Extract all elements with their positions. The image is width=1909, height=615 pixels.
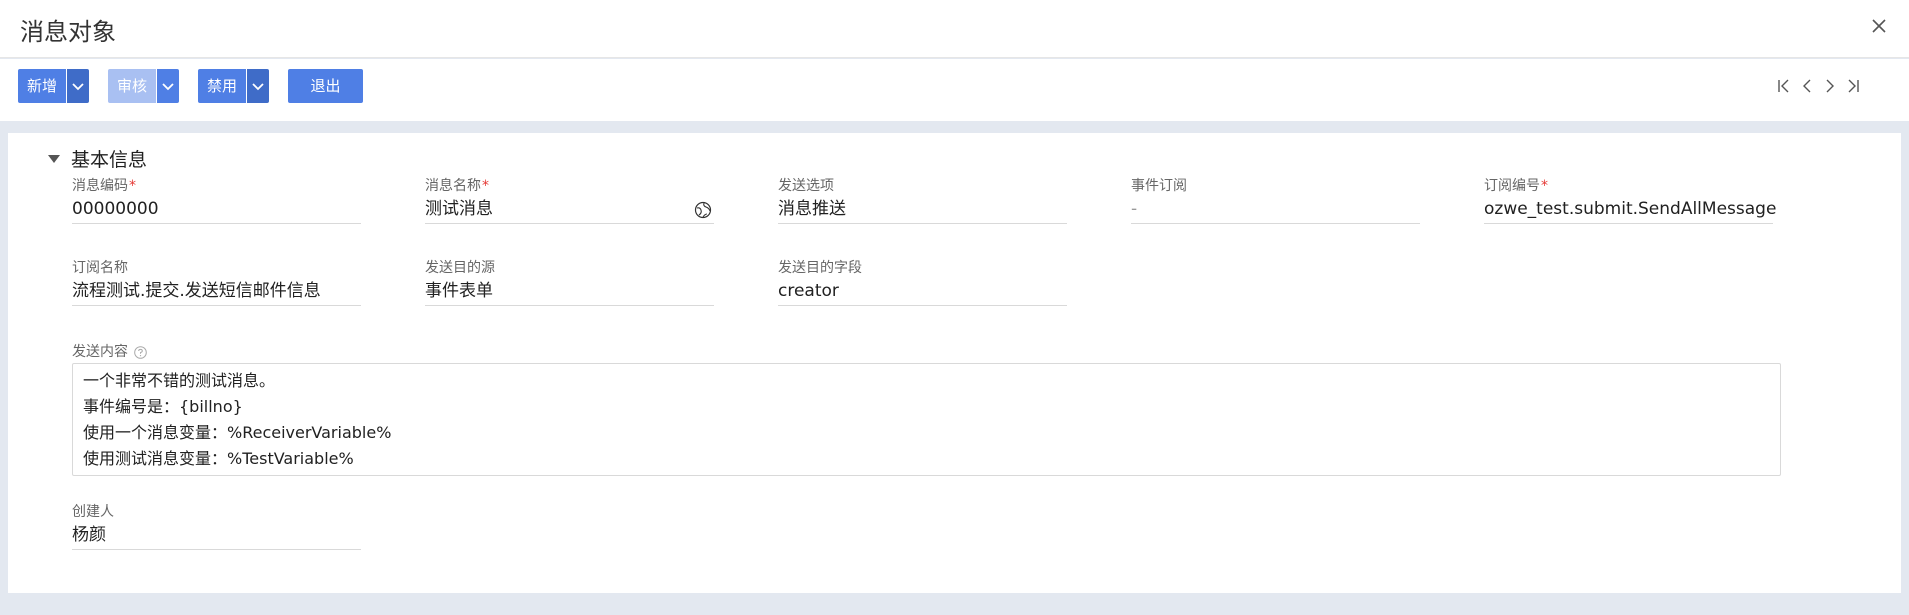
field-event-subscription: 事件订阅 - <box>1131 177 1420 224</box>
field-subscription-code: 订阅编号* ozwe_test.submit.SendAllMessage <box>1484 177 1776 224</box>
send-content-textarea[interactable]: 一个非常不错的测试消息。 事件编号是：{billno} 使用一个消息变量：%Re… <box>72 363 1781 476</box>
title-bar: 消息对象 <box>0 0 1909 58</box>
record-pager <box>1776 78 1861 94</box>
prev-icon[interactable] <box>1799 78 1815 94</box>
subscription-code-input[interactable]: ozwe_test.submit.SendAllMessage <box>1484 195 1776 224</box>
subscription-name-input[interactable]: 流程测试.提交.发送短信邮件信息 <box>72 277 361 306</box>
last-page-icon[interactable] <box>1845 78 1861 94</box>
field-subscription-name: 订阅名称 流程测试.提交.发送短信邮件信息 <box>72 259 361 306</box>
disable-button-group: 禁用 <box>198 69 270 103</box>
field-target-field: 发送目的字段 creator <box>778 259 1067 306</box>
field-label: 发送目的源 <box>425 260 495 276</box>
section-title: 基本信息 <box>71 149 148 171</box>
required-mark: * <box>129 178 136 194</box>
field-label: 发送内容 <box>72 344 128 360</box>
target-source-input[interactable]: 事件表单 <box>425 277 714 306</box>
disable-button[interactable]: 禁用 <box>198 69 247 103</box>
content-line: 使用一个消息变量：%ReceiverVariable% <box>83 423 392 442</box>
window-title: 消息对象 <box>20 18 116 46</box>
field-label: 发送目的字段 <box>778 260 862 276</box>
field-label: 消息名称 <box>425 178 481 194</box>
msg-name-input[interactable]: 测试消息 <box>425 195 714 224</box>
target-field-input[interactable]: creator <box>778 277 1067 306</box>
field-target-source: 发送目的源 事件表单 <box>425 259 714 306</box>
field-label: 订阅名称 <box>72 260 128 276</box>
disable-dropdown-button[interactable] <box>247 69 270 103</box>
form-panel: 基本信息 消息编码* 00000000 消息名称* 测试消息 发送选项 消息推送… <box>8 133 1901 593</box>
chevron-down-icon <box>72 83 84 91</box>
triangle-down-icon[interactable] <box>48 154 60 164</box>
add-button[interactable]: 新增 <box>18 69 67 103</box>
close-icon[interactable] <box>1867 14 1891 38</box>
content-line: 事件编号是：{billno} <box>83 397 243 416</box>
section-header-basic-info[interactable]: 基本信息 <box>48 145 147 172</box>
audit-dropdown-button[interactable] <box>157 69 180 103</box>
content-line: 一个非常不错的测试消息。 <box>83 371 276 390</box>
creator-input[interactable]: 杨颜 <box>72 521 361 550</box>
msg-code-input[interactable]: 00000000 <box>72 195 361 224</box>
exit-button[interactable]: 退出 <box>288 69 363 103</box>
field-label: 创建人 <box>72 504 114 520</box>
field-send-content: 发送内容 一个非常不错的测试消息。 事件编号是：{billno} 使用一个消息变… <box>72 343 1781 476</box>
globe-icon[interactable] <box>694 201 712 219</box>
chevron-down-icon <box>252 83 264 91</box>
audit-button[interactable]: 审核 <box>108 69 157 103</box>
audit-button-group: 审核 <box>108 69 180 103</box>
field-send-option: 发送选项 消息推送 <box>778 177 1067 224</box>
field-label: 消息编码 <box>72 178 128 194</box>
msg-name-value: 测试消息 <box>425 199 493 219</box>
event-subscription-input[interactable]: - <box>1131 195 1420 224</box>
field-msg-name: 消息名称* 测试消息 <box>425 177 714 224</box>
field-msg-code: 消息编码* 00000000 <box>72 177 361 224</box>
field-label: 订阅编号 <box>1484 178 1540 194</box>
next-icon[interactable] <box>1822 78 1838 94</box>
add-button-group: 新增 <box>18 69 90 103</box>
first-page-icon[interactable] <box>1776 78 1792 94</box>
required-mark: * <box>1541 178 1548 194</box>
help-icon[interactable] <box>134 345 147 359</box>
field-label: 事件订阅 <box>1131 178 1187 194</box>
required-mark: * <box>482 178 489 194</box>
send-option-input[interactable]: 消息推送 <box>778 195 1067 224</box>
content-line: 使用测试消息变量：%TestVariable% <box>83 449 354 468</box>
chevron-down-icon <box>162 83 174 91</box>
field-creator: 创建人 杨颜 <box>72 503 361 550</box>
toolbar: 新增 审核 禁用 退出 <box>0 59 1909 121</box>
field-label: 发送选项 <box>778 178 834 194</box>
add-dropdown-button[interactable] <box>67 69 90 103</box>
